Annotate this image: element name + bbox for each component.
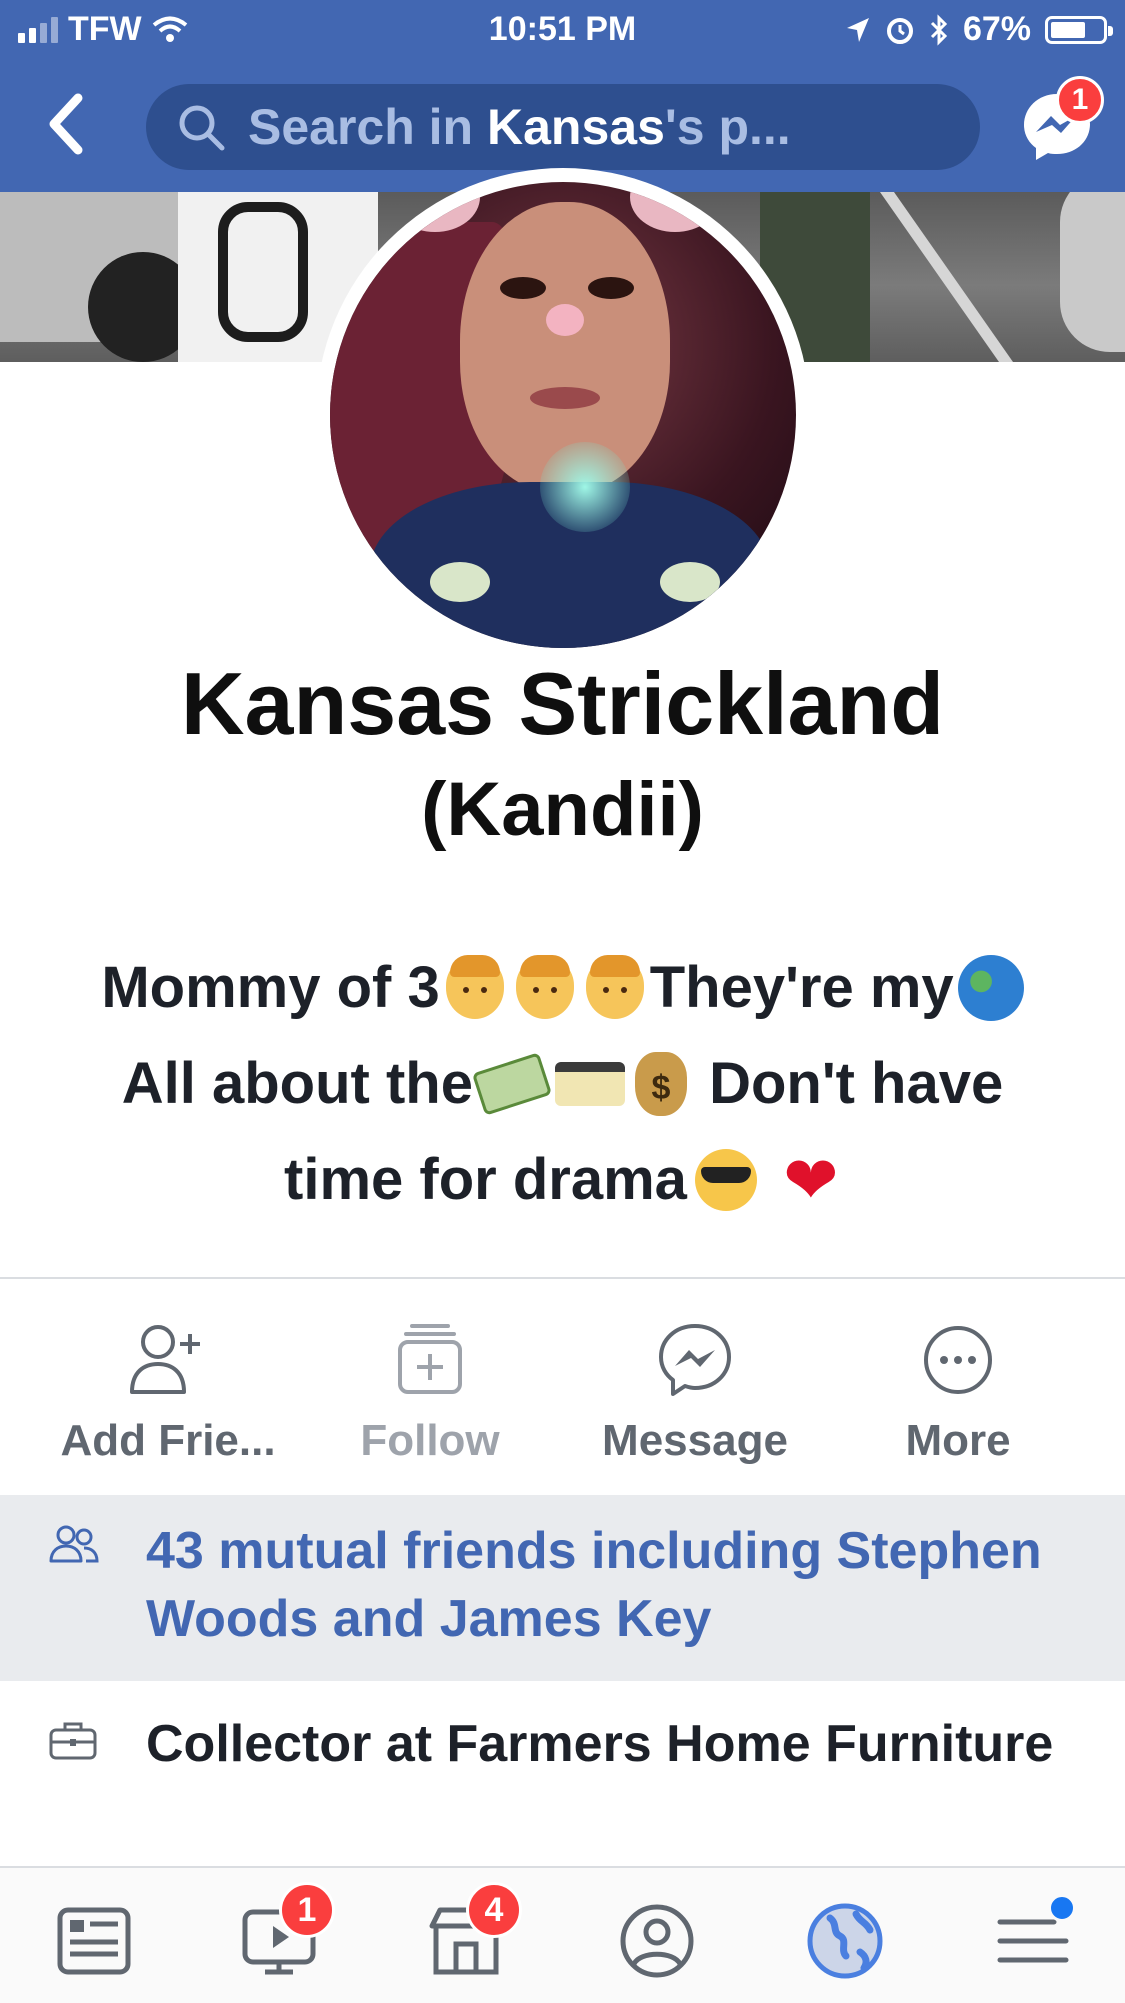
tab-news-feed[interactable] <box>50 1896 140 1986</box>
bluetooth-icon <box>930 13 948 46</box>
work-text: Collector at Farmers Home Furniture <box>146 1715 1054 1773</box>
boy-emoji-icon <box>515 954 574 1019</box>
money-with-wings-emoji-icon <box>471 1051 553 1116</box>
profile-bio: Mommy of 3 They're my All about the $ Don'… <box>30 940 1095 1228</box>
bio-line-1: Mommy of 3 They're my <box>30 940 1095 1036</box>
divider <box>0 1277 1125 1279</box>
mutual-friends-row[interactable]: 43 mutual friends including Stephen Wood… <box>0 1495 1125 1681</box>
messenger-icon <box>659 1324 731 1396</box>
bio-line-3: time for drama ❤ <box>30 1132 1095 1228</box>
tab-marketplace[interactable]: 4 <box>422 1882 522 1986</box>
battery-percent: 67% <box>962 10 1031 48</box>
credit-card-emoji-icon <box>554 1061 625 1106</box>
message-label: Message <box>602 1416 788 1465</box>
boy-emoji-icon <box>445 954 504 1019</box>
search-icon <box>179 105 225 151</box>
bio-text: All about the <box>121 1051 473 1116</box>
globe-icon <box>807 1903 883 1979</box>
red-heart-emoji-icon: ❤ <box>783 1142 839 1217</box>
search-prefix: Search in <box>248 99 487 155</box>
bio-text: time for drama <box>284 1147 687 1212</box>
globe-emoji-icon <box>957 954 1024 1021</box>
messenger-button[interactable]: 1 <box>1018 76 1104 166</box>
news-feed-icon <box>57 1907 131 1975</box>
add-friend-button[interactable]: Add Frie... <box>38 1310 298 1480</box>
alarm-icon <box>886 17 913 44</box>
work-row[interactable]: Collector at Farmers Home Furniture <box>0 1700 1125 1860</box>
profile-nickname: (Kandii) <box>421 767 704 852</box>
watch-badge: 1 <box>279 1882 335 1938</box>
bio-text: They're my <box>649 955 954 1020</box>
mutual-friends-text: 43 mutual friends including Stephen Wood… <box>146 1522 1042 1648</box>
status-bar: TFW 10:51 PM 67% <box>0 0 1125 62</box>
profile-photo[interactable] <box>330 182 796 648</box>
tab-menu[interactable] <box>988 1894 1078 1986</box>
chevron-left-icon[interactable] <box>46 92 86 156</box>
boy-emoji-icon <box>585 954 644 1019</box>
location-arrow-icon <box>846 17 869 42</box>
messenger-badge: 1 <box>1056 76 1104 124</box>
sunglasses-emoji-icon <box>694 1148 757 1211</box>
bio-line-2: All about the $ Don't have <box>30 1036 1095 1132</box>
top-bar: TFW 10:51 PM 67% Search in Kansas's p... <box>0 0 1125 192</box>
more-button[interactable]: More <box>828 1310 1088 1480</box>
message-button[interactable]: Message <box>565 1310 825 1480</box>
search-placeholder: Search in Kansas's p... <box>248 98 791 156</box>
follow-label: Follow <box>360 1416 500 1465</box>
battery-fill <box>1051 21 1085 38</box>
search-profile-name: Kansas <box>487 99 665 155</box>
tab-profile[interactable] <box>612 1896 702 1986</box>
add-friend-label: Add Frie... <box>60 1416 276 1465</box>
bio-text: Mommy of 3 <box>101 955 440 1020</box>
bio-text: Don't have <box>709 1051 1004 1116</box>
search-suffix: 's p... <box>664 99 791 155</box>
briefcase-icon <box>49 1722 97 1760</box>
add-friend-icon <box>130 1325 200 1394</box>
menu-notification-dot <box>1048 1894 1076 1922</box>
follow-icon <box>398 1324 462 1394</box>
follow-button[interactable]: Follow <box>300 1310 560 1480</box>
marketplace-badge: 4 <box>466 1882 522 1938</box>
more-label: More <box>905 1416 1011 1465</box>
battery-icon <box>1045 15 1113 44</box>
profile-name: Kansas Strickland <box>181 654 944 753</box>
money-bag-emoji-icon: $ <box>634 1051 687 1116</box>
tab-notifications[interactable] <box>800 1896 890 1986</box>
friends-icon <box>49 1525 99 1563</box>
profile-actions: Add Frie... Follow Message More <box>0 1310 1125 1480</box>
profile-icon <box>620 1904 694 1978</box>
tab-watch[interactable]: 1 <box>235 1882 335 1986</box>
status-right: 67% <box>845 10 1113 49</box>
bottom-tab-bar: 1 4 <box>0 1866 1125 2003</box>
search-input[interactable]: Search in Kansas's p... <box>146 84 980 170</box>
more-icon <box>924 1326 992 1394</box>
